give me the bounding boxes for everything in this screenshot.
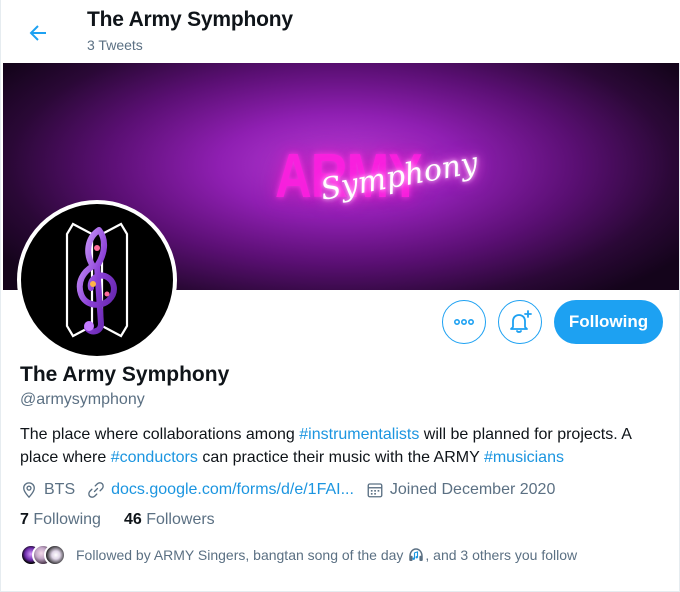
profile-meta: BTS docs.google.com/forms/d/e/1FAI... Jo…	[20, 479, 567, 501]
profile-location: BTS	[20, 481, 75, 499]
location-text: BTS	[44, 481, 76, 498]
profile-joined: Joined December 2020	[366, 481, 555, 499]
link-icon	[88, 482, 104, 498]
hashtag-link[interactable]: #instrumentalists	[299, 426, 419, 443]
followed-by-suffix: , and 3 others you follow	[425, 547, 578, 563]
bio-text: can practice their music with the ARMY	[197, 449, 484, 466]
follow-counts: 7 Following 46 Followers	[20, 511, 238, 529]
avatar	[44, 544, 66, 566]
back-button[interactable]	[21, 16, 55, 50]
follower-avatars	[20, 544, 68, 566]
profile-website: docs.google.com/forms/d/e/1FAI...	[87, 481, 354, 499]
bell-plus-icon	[510, 310, 532, 333]
bio-text: The place where collaborations among	[20, 426, 300, 443]
calendar-icon	[367, 483, 383, 498]
profile-header-bar: The Army Symphony 3 Tweets	[1, 0, 680, 63]
following-count: 7	[20, 511, 29, 528]
profile-display-name: The Army Symphony	[20, 363, 230, 386]
hashtag-link[interactable]: #musicians	[484, 449, 564, 466]
profile-bio: The place where collaborations among #in…	[20, 423, 670, 469]
followed-by-row[interactable]: Followed by ARMY Singers, bangtan song o…	[20, 544, 577, 566]
website-link[interactable]: docs.google.com/forms/d/e/1FAI...	[111, 481, 354, 499]
more-options-button[interactable]	[442, 300, 486, 344]
following-count-link[interactable]: 7 Following	[20, 511, 101, 529]
headphones-emoji-icon	[407, 546, 425, 564]
profile-avatar[interactable]	[17, 200, 177, 360]
more-dots-icon	[453, 319, 474, 326]
profile-handle: @armysymphony	[20, 391, 145, 408]
profile-page: The Army Symphony 3 Tweets ARMY Symphony	[0, 0, 680, 592]
joined-text: Joined December 2020	[389, 481, 556, 498]
following-button[interactable]: Following	[554, 300, 663, 344]
followed-by-text: Followed by ARMY Singers, bangtan song o…	[76, 547, 404, 563]
arrow-left-icon	[29, 25, 46, 41]
hashtag-link[interactable]: #conductors	[111, 449, 198, 466]
treble-clef-logo-icon	[65, 222, 129, 338]
header-title: The Army Symphony	[87, 8, 293, 31]
followers-count-label: Followers	[146, 511, 215, 528]
notifications-button[interactable]	[498, 300, 542, 344]
followers-count-link[interactable]: 46 Followers	[124, 511, 215, 529]
header-tweet-count: 3 Tweets	[87, 37, 143, 53]
following-count-label: Following	[33, 511, 101, 528]
followers-count: 46	[123, 511, 142, 528]
location-pin-icon	[23, 482, 35, 499]
